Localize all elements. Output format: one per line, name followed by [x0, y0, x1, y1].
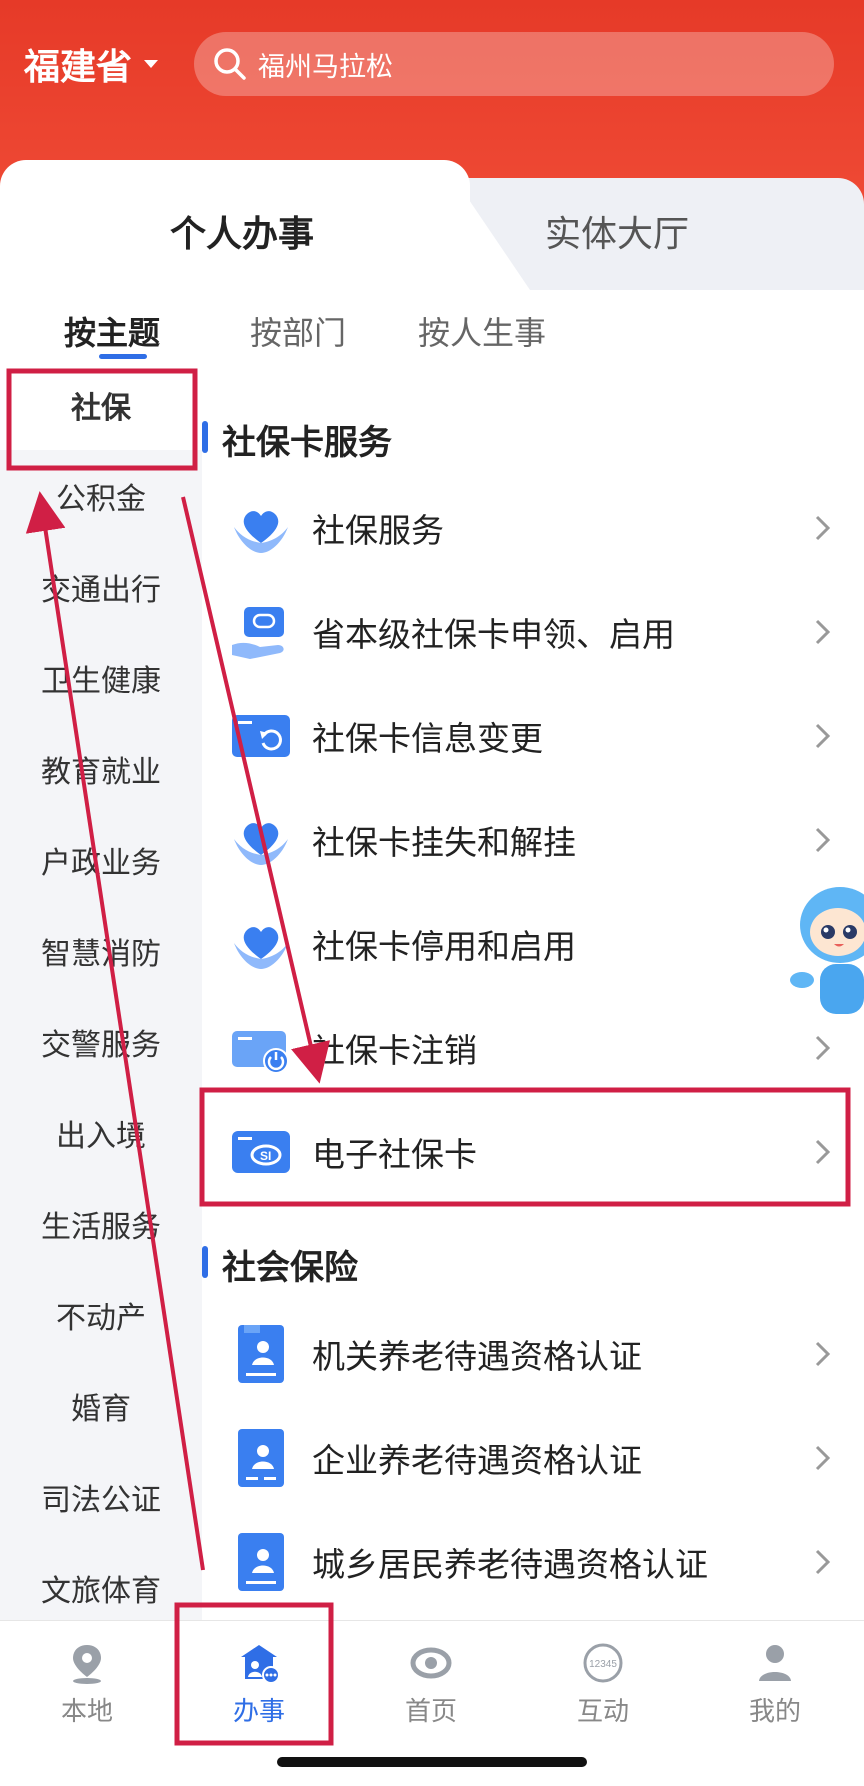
- category-sidebar: 社保 公积金 交通出行 卫生健康 教育就业 户政业务 智慧消防 交警服务 出入境…: [0, 360, 202, 1620]
- nav-local-label: 本地: [60, 1697, 113, 1727]
- profile-book-icon: [238, 1429, 284, 1487]
- province-selector[interactable]: 福建省: [24, 38, 159, 90]
- mascot-icon[interactable]: [780, 880, 864, 1030]
- list-item[interactable]: 机关养老待遇资格认证: [202, 1302, 864, 1406]
- nav-local[interactable]: 本地: [27, 1641, 147, 1728]
- service-hall-icon: [241, 1645, 280, 1684]
- profile-book-icon: [238, 1533, 284, 1591]
- search-placeholder: 福州马拉松: [258, 51, 393, 83]
- list-item-label: 城乡居民养老待遇资格认证: [312, 1545, 708, 1584]
- list-item[interactable]: 省本级社保卡申领、启用: [202, 580, 864, 684]
- tab-entity-hall[interactable]: 实体大厅: [545, 205, 689, 257]
- nav-services-label: 办事: [232, 1697, 285, 1727]
- e-card-icon: SI: [232, 1131, 290, 1173]
- category-subtabs: 按主题 按部门 按人生事: [0, 300, 864, 359]
- list-item-label: 企业养老待遇资格认证: [312, 1441, 642, 1480]
- province-label: 福建省: [24, 47, 133, 88]
- chevron-right-icon: [815, 723, 831, 749]
- list-item[interactable]: 社保卡停用和启用: [202, 892, 864, 996]
- sidebar-item-household[interactable]: 户政业务: [0, 815, 202, 905]
- list-item[interactable]: 企业养老待遇资格认证: [202, 1406, 864, 1510]
- search-bar[interactable]: 福州马拉松: [194, 32, 834, 96]
- tab-personal-services[interactable]: 个人办事: [170, 205, 314, 257]
- sidebar-item-social-security[interactable]: 社保: [0, 360, 202, 450]
- svg-text:SI: SI: [260, 1149, 271, 1163]
- list-item[interactable]: SI 电子社保卡: [202, 1100, 864, 1204]
- chevron-right-icon: [815, 619, 831, 645]
- sidebar-item-traffic-police[interactable]: 交警服务: [0, 997, 202, 1087]
- section-title: 社会保险: [202, 1240, 358, 1289]
- section-title: 社保卡服务: [202, 415, 392, 464]
- caret-down-icon: [144, 60, 159, 68]
- card-in-hand-icon: [232, 607, 284, 659]
- list-item-label: 社保卡挂失和解挂: [312, 823, 576, 862]
- list-item[interactable]: 城乡居民养老待遇资格认证: [202, 1510, 864, 1614]
- list-item[interactable]: 社保卡信息变更: [202, 684, 864, 788]
- active-subtab-indicator: [99, 354, 147, 359]
- list-item-label: 社保卡停用和启用: [312, 927, 576, 966]
- home-logo-icon: [410, 1647, 452, 1679]
- heart-hands-icon: [234, 927, 288, 969]
- service-tabs: 个人办事 实体大厅: [0, 160, 864, 290]
- profile-book-icon: [238, 1325, 284, 1383]
- list-item-label: 机关养老待遇资格认证: [312, 1337, 642, 1376]
- chevron-right-icon: [815, 1139, 831, 1165]
- list-item[interactable]: 社保卡注销: [202, 996, 864, 1100]
- list-item-label: 社保服务: [312, 511, 444, 550]
- nav-interact[interactable]: 12345 互动: [543, 1641, 663, 1728]
- card-refresh-icon: [232, 715, 290, 757]
- list-item-label: 省本级社保卡申领、启用: [312, 615, 675, 654]
- list-item[interactable]: 社保卡挂失和解挂: [202, 788, 864, 892]
- location-pin-icon: [73, 1645, 101, 1684]
- sidebar-item-fire[interactable]: 智慧消防: [0, 906, 202, 996]
- subtab-by-theme[interactable]: 按主题: [64, 308, 160, 354]
- list-item-label: 社保卡注销: [312, 1031, 477, 1070]
- nav-mine[interactable]: 我的: [715, 1641, 835, 1728]
- sidebar-item-real-estate[interactable]: 不动产: [0, 1270, 202, 1360]
- nav-mine-label: 我的: [748, 1697, 801, 1727]
- search-icon: [214, 48, 246, 80]
- sidebar-item-transport[interactable]: 交通出行: [0, 542, 202, 632]
- user-icon: [759, 1645, 791, 1681]
- subtab-by-life-event[interactable]: 按人生事: [418, 308, 546, 354]
- list-item-label: 社保卡信息变更: [312, 719, 543, 758]
- nav-home[interactable]: 首页: [371, 1641, 491, 1728]
- home-indicator: [277, 1757, 587, 1767]
- chevron-right-icon: [815, 1341, 831, 1367]
- sidebar-item-notary[interactable]: 司法公证: [0, 1452, 202, 1542]
- sidebar-item-marriage[interactable]: 婚育: [0, 1361, 202, 1451]
- list-item-label: 电子社保卡: [312, 1135, 477, 1174]
- heart-hands-icon: [234, 511, 288, 553]
- sidebar-item-health[interactable]: 卫生健康: [0, 633, 202, 723]
- card-power-icon: [232, 1031, 289, 1074]
- bottom-nav: 本地 办事 首页 12345 互动 我的: [0, 1620, 864, 1741]
- heart-hands-icon: [234, 823, 288, 865]
- chevron-right-icon: [815, 1035, 831, 1061]
- chevron-right-icon: [815, 1445, 831, 1471]
- sidebar-item-life-services[interactable]: 生活服务: [0, 1179, 202, 1269]
- nav-services[interactable]: 办事: [199, 1641, 319, 1728]
- nav-home-label: 首页: [404, 1697, 457, 1727]
- hotline-number: 12345: [589, 1659, 617, 1670]
- subtab-by-department[interactable]: 按部门: [250, 308, 346, 354]
- chevron-right-icon: [815, 1549, 831, 1575]
- sidebar-item-education[interactable]: 教育就业: [0, 724, 202, 814]
- chevron-right-icon: [815, 827, 831, 853]
- hotline-12345-icon: 12345: [583, 1643, 623, 1683]
- sidebar-item-immigration[interactable]: 出入境: [0, 1088, 202, 1178]
- chevron-right-icon: [815, 515, 831, 541]
- sidebar-item-housing-fund[interactable]: 公积金: [0, 451, 202, 541]
- nav-interact-label: 互动: [576, 1697, 629, 1727]
- list-item[interactable]: 社保服务: [202, 476, 864, 580]
